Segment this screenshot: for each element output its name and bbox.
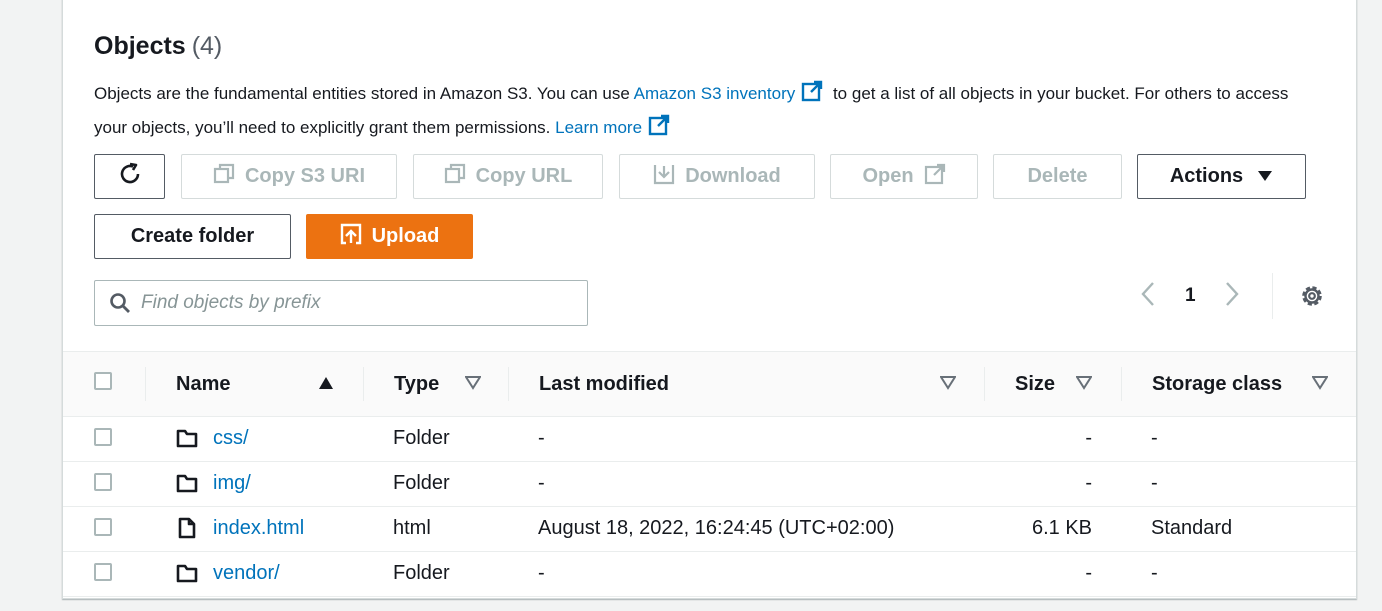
column-header-last-modified[interactable]: Last modified — [539, 352, 669, 416]
s3-inventory-link[interactable]: Amazon S3 inventory — [634, 84, 796, 103]
chevron-right-icon[interactable] — [1223, 281, 1241, 312]
object-storage-class: - — [1151, 562, 1158, 584]
column-header-size[interactable]: Size — [1015, 352, 1055, 416]
actions-label: Actions — [1169, 165, 1244, 187]
create-folder-button[interactable]: Create folder — [94, 214, 291, 259]
copy-url-label: Copy URL — [475, 165, 573, 187]
object-size: - — [1085, 472, 1092, 494]
copy-url-button[interactable]: Copy URL — [413, 154, 603, 199]
object-size: - — [1085, 427, 1092, 449]
column-separator — [363, 367, 364, 401]
column-header-storage-class[interactable]: Storage class — [1152, 352, 1282, 416]
row-checkbox[interactable] — [94, 428, 112, 446]
object-storage-class: - — [1151, 472, 1158, 494]
learn-more-link[interactable]: Learn more — [555, 118, 642, 137]
sort-ascending-icon[interactable] — [318, 376, 334, 395]
object-size: - — [1085, 562, 1092, 584]
object-name-link[interactable]: css/ — [213, 427, 249, 450]
search-box — [94, 280, 588, 326]
refresh-button[interactable] — [94, 154, 165, 199]
row-checkbox[interactable] — [94, 563, 112, 581]
objects-count: (4) — [191, 32, 223, 60]
delete-button[interactable]: Delete — [993, 154, 1122, 199]
copy-s3-uri-label: Copy S3 URI — [244, 165, 366, 187]
object-last-modified: - — [538, 562, 545, 584]
create-folder-label: Create folder — [130, 225, 255, 247]
search-input[interactable] — [139, 291, 563, 315]
object-type: html — [393, 517, 431, 539]
table-header: Name Type Last modified Size Storage cla… — [63, 351, 1356, 417]
row-checkbox[interactable] — [94, 518, 112, 536]
sort-icon[interactable] — [939, 376, 957, 395]
object-storage-class: - — [1151, 427, 1158, 449]
object-storage-class: Standard — [1151, 517, 1233, 539]
search-icon — [109, 292, 131, 314]
gear-icon[interactable] — [1299, 283, 1325, 314]
copy-icon — [444, 163, 466, 191]
object-last-modified: August 18, 2022, 16:24:45 (UTC+02:00) — [538, 517, 895, 539]
object-name-link[interactable]: index.html — [213, 517, 304, 540]
object-last-modified: - — [538, 427, 545, 449]
download-button[interactable]: Download — [619, 154, 815, 199]
pagination: 1 — [1139, 280, 1241, 312]
folder-icon — [176, 563, 198, 589]
objects-panel: Objects (4) Objects are the fundamental e… — [62, 0, 1357, 599]
table-row[interactable]: css/ Folder - - - — [63, 416, 1356, 462]
select-all-checkbox[interactable] — [94, 372, 112, 390]
refresh-icon — [118, 162, 142, 192]
column-separator — [984, 367, 985, 401]
upload-icon — [340, 223, 362, 251]
objects-header: Objects (4) — [94, 32, 222, 61]
objects-title: Objects — [94, 32, 186, 60]
column-header-type[interactable]: Type — [394, 352, 439, 416]
column-separator — [1121, 367, 1122, 401]
caret-down-icon — [1257, 165, 1273, 188]
object-type: Folder — [393, 427, 450, 449]
object-name-link[interactable]: vendor/ — [213, 562, 280, 585]
external-link-icon — [648, 114, 670, 146]
copy-icon — [213, 163, 235, 191]
download-label: Download — [685, 165, 781, 187]
copy-s3-uri-button[interactable]: Copy S3 URI — [181, 154, 397, 199]
upload-label: Upload — [371, 225, 440, 247]
divider — [1272, 273, 1273, 319]
open-label: Open — [862, 165, 914, 187]
file-icon — [178, 517, 196, 545]
upload-button[interactable]: Upload — [306, 214, 473, 259]
folder-icon — [176, 473, 198, 499]
table-row[interactable]: index.html html August 18, 2022, 16:24:4… — [63, 506, 1356, 552]
table-row[interactable]: img/ Folder - - - — [63, 461, 1356, 507]
actions-dropdown-button[interactable]: Actions — [1137, 154, 1306, 199]
object-type: Folder — [393, 562, 450, 584]
column-separator — [508, 367, 509, 401]
page-number[interactable]: 1 — [1185, 285, 1196, 307]
description-text-1: Objects are the fundamental entities sto… — [94, 84, 634, 103]
external-link-icon — [924, 163, 946, 191]
delete-label: Delete — [1027, 165, 1088, 187]
object-name-link[interactable]: img/ — [213, 472, 251, 495]
column-separator — [145, 367, 146, 401]
folder-icon — [176, 428, 198, 454]
object-size: 6.1 KB — [1031, 517, 1092, 539]
table-row[interactable]: vendor/ Folder - - - — [63, 551, 1356, 597]
chevron-left-icon[interactable] — [1139, 281, 1157, 312]
column-header-name[interactable]: Name — [176, 352, 230, 416]
objects-description: Objects are the fundamental entities sto… — [94, 78, 1314, 146]
row-checkbox[interactable] — [94, 473, 112, 491]
download-icon — [653, 163, 675, 191]
external-link-icon — [801, 80, 823, 112]
sort-icon[interactable] — [1075, 376, 1093, 395]
open-button[interactable]: Open — [830, 154, 978, 199]
sort-icon[interactable] — [464, 376, 482, 395]
object-type: Folder — [393, 472, 450, 494]
object-last-modified: - — [538, 472, 545, 494]
sort-icon[interactable] — [1311, 376, 1329, 395]
